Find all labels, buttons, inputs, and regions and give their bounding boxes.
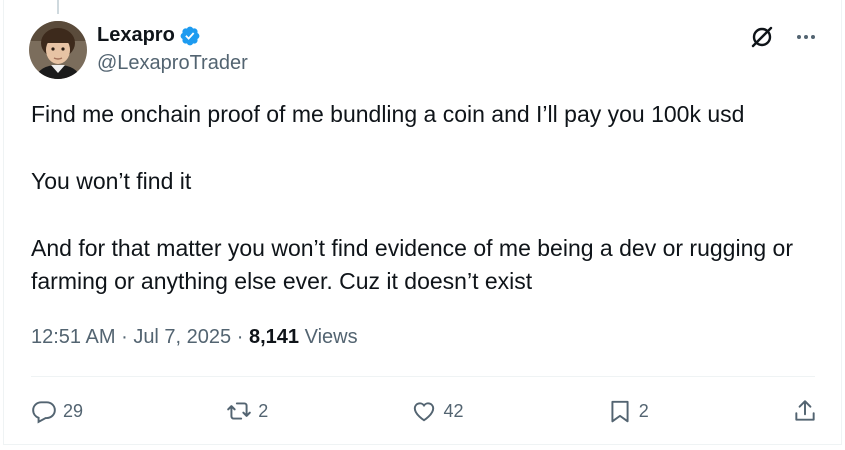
reply-button[interactable]: 29 [31,398,83,424]
bookmark-count: 2 [638,400,649,421]
divider [31,376,815,377]
author-name-row: Lexapro [97,24,201,47]
reply-count: 29 [63,400,84,421]
avatar-image [29,21,87,79]
meta-separator: · [121,326,128,348]
more-icon[interactable] [795,26,817,48]
author-handle[interactable]: @LexaproTrader [97,52,248,75]
tweet-paragraph: You won’t find it [31,168,192,194]
tweet-paragraph: Find me onchain proof of me bundling a c… [31,101,745,127]
tweet-date[interactable]: Jul 7, 2025 [133,326,231,348]
tweet-text: Find me onchain proof of me bundling a c… [31,98,831,298]
thread-connector-line [57,0,59,14]
top-actions [749,24,817,50]
repost-button[interactable]: 2 [226,398,268,424]
repost-count: 2 [258,400,269,421]
repost-icon [227,402,252,420]
like-icon [414,402,435,422]
tweet-card: Lexapro @LexaproTrader Find me onchain p… [3,0,842,445]
grok-slash-icon[interactable] [749,24,775,50]
like-button[interactable]: 42 [411,398,464,424]
views-count: 8,141 [248,326,300,348]
meta-separator: · [236,326,244,348]
tweet-paragraph: And for that matter you won’t find evide… [31,235,793,294]
bookmark-button[interactable]: 2 [607,398,649,424]
tweet-meta: 12:51 AM · Jul 7, 2025 · 8,141 Views [31,326,358,349]
action-bar: 29 2 42 2 [31,392,818,430]
like-count: 42 [443,400,464,421]
share-button[interactable] [792,398,818,424]
avatar[interactable] [29,21,87,79]
verified-badge-icon [179,25,201,47]
share-icon [795,400,815,421]
reply-icon [32,401,56,424]
tweet-time[interactable]: 12:51 AM [31,326,116,348]
display-name[interactable]: Lexapro [97,24,175,47]
views-label: Views [304,326,358,348]
bookmark-icon [611,400,629,423]
